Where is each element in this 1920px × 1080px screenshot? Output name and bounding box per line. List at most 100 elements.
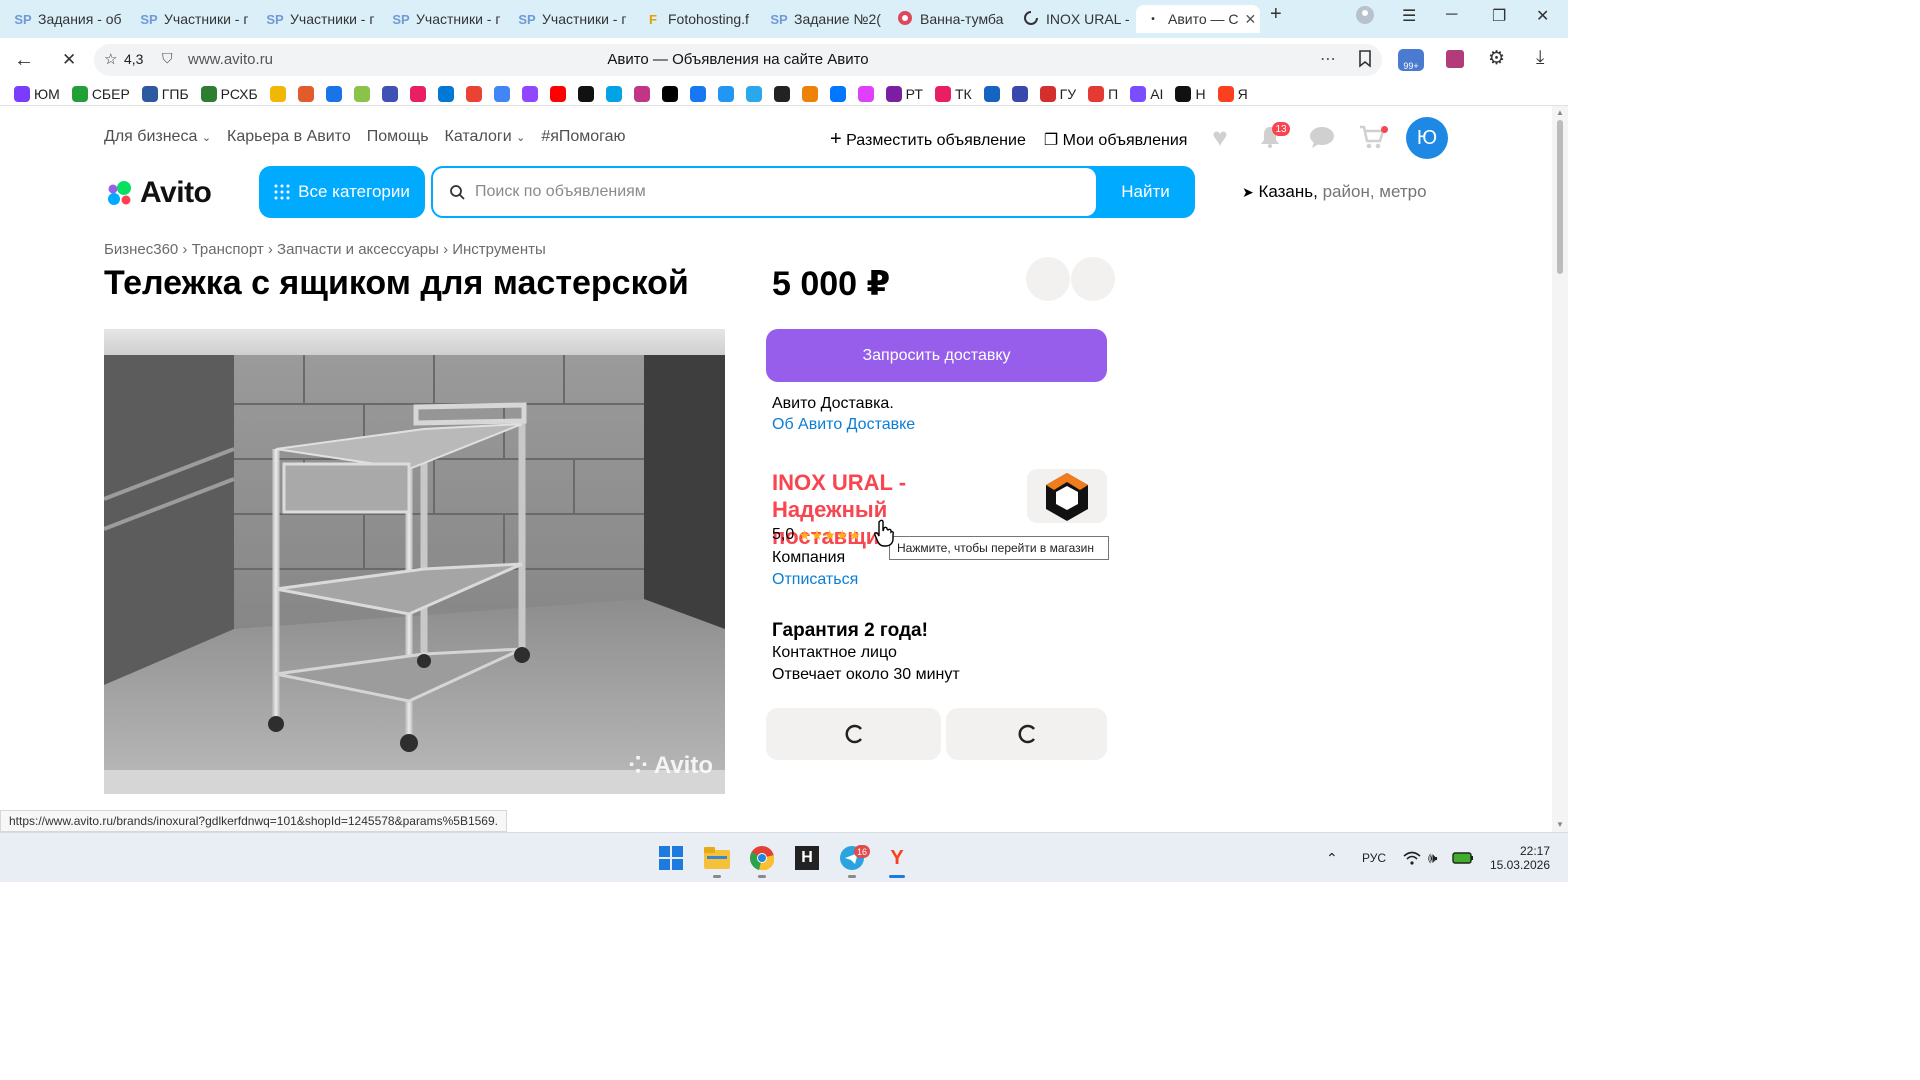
user-avatar[interactable]: Ю xyxy=(1406,117,1448,159)
bookmark-item[interactable] xyxy=(465,85,482,102)
bookmark-item[interactable] xyxy=(801,85,818,102)
bookmark-item[interactable] xyxy=(353,85,370,102)
bookmark-item[interactable]: РТ xyxy=(885,85,923,102)
bookmark-item[interactable] xyxy=(437,85,454,102)
browser-tab-active[interactable]: • Авито — С ✕ xyxy=(1136,5,1260,33)
browser-tab[interactable]: SP Участники - г xyxy=(510,5,634,33)
address-field[interactable]: ☆ 4,3 ⛉ www.avito.ru Авито — Объявления … xyxy=(94,44,1382,76)
listing-photo[interactable]: ⁘ Avito xyxy=(104,329,725,794)
clock[interactable]: 22:17 15.03.2026 xyxy=(1490,833,1550,883)
browser-tab[interactable]: F Fotohosting.f xyxy=(636,5,760,33)
close-window-icon[interactable]: ✕ xyxy=(1536,6,1549,26)
bookmark-item[interactable] xyxy=(689,85,706,102)
seller-logo[interactable] xyxy=(1027,469,1107,523)
image-extension-icon[interactable] xyxy=(1446,50,1464,68)
bookmark-item[interactable]: ГУ xyxy=(1039,85,1076,102)
bookmark-item[interactable]: Я xyxy=(1217,85,1248,102)
browser-tab[interactable]: SP Участники - г xyxy=(258,5,382,33)
minimize-icon[interactable]: ─ xyxy=(1446,6,1457,24)
bookmark-item[interactable] xyxy=(549,85,566,102)
menu-icon[interactable]: ☰ xyxy=(1402,6,1416,26)
language-indicator[interactable]: РУС xyxy=(1362,833,1386,883)
browser-tab[interactable]: SP Задания - об xyxy=(6,5,130,33)
request-delivery-button[interactable]: Запросить доставку xyxy=(766,329,1107,382)
shield-icon[interactable]: ⛉ xyxy=(162,50,173,67)
favorites-heart-icon[interactable]: ♥ xyxy=(1203,120,1237,154)
tray-chevron-icon[interactable]: ⌃ xyxy=(1326,833,1338,883)
bookmark-item[interactable]: Н xyxy=(1175,85,1206,102)
battery-icon[interactable] xyxy=(1452,833,1474,883)
yandex-browser-icon[interactable]: Y xyxy=(881,842,913,874)
browser-tab[interactable]: INOX URAL - xyxy=(1014,5,1138,33)
nav-career[interactable]: Карьера в Авито xyxy=(227,128,351,146)
windows-start-icon[interactable] xyxy=(655,842,687,874)
bookmark-item[interactable]: СБЕР xyxy=(71,85,130,102)
unsubscribe-link[interactable]: Отписаться xyxy=(772,571,858,589)
close-tab-icon[interactable]: ✕ xyxy=(1245,11,1257,28)
bookmark-item[interactable] xyxy=(409,85,426,102)
bookmark-item[interactable] xyxy=(325,85,342,102)
extension-badge-icon[interactable]: 99+ xyxy=(1398,49,1424,71)
breadcrumb[interactable]: Бизнес360 › Транспорт › Запчасти и аксес… xyxy=(104,241,546,258)
file-explorer-icon[interactable] xyxy=(701,842,733,874)
new-tab-icon[interactable]: + xyxy=(1270,3,1282,26)
bookmark-item[interactable] xyxy=(857,85,874,102)
bookmark-item[interactable]: РСХБ xyxy=(200,85,258,102)
browser-tab[interactable]: Ванна-тумба xyxy=(888,5,1012,33)
bookmark-item[interactable] xyxy=(661,85,678,102)
bookmark-item[interactable] xyxy=(633,85,650,102)
bookmark-item[interactable] xyxy=(717,85,734,102)
nav-for-business[interactable]: Для бизнеса ⌄ xyxy=(104,128,211,146)
bookmark-item[interactable] xyxy=(829,85,846,102)
bookmark-item[interactable] xyxy=(493,85,510,102)
bookmark-item[interactable] xyxy=(983,85,1000,102)
stop-icon[interactable]: ✕ xyxy=(62,50,76,70)
bookmark-item[interactable] xyxy=(773,85,790,102)
bookmark-item[interactable] xyxy=(605,85,622,102)
search-button[interactable]: Найти xyxy=(1096,166,1195,218)
scroll-up-icon[interactable]: ▲ xyxy=(1556,108,1564,117)
download-icon[interactable]: ⤓ xyxy=(1536,47,1544,69)
bookmark-item[interactable] xyxy=(577,85,594,102)
bookmark-item[interactable]: ГПБ xyxy=(141,85,189,102)
about-delivery-link[interactable]: Об Авито Доставке xyxy=(772,416,915,434)
nav-ya-pomogayu[interactable]: #яПомогаю xyxy=(541,128,625,146)
show-phone-button[interactable] xyxy=(766,708,941,760)
seller-rating[interactable]: 5,0 ★★★★★ xyxy=(772,526,861,544)
nav-help[interactable]: Помощь xyxy=(367,128,429,146)
share-round-button[interactable] xyxy=(1071,257,1115,301)
url-text[interactable]: www.avito.ru xyxy=(188,51,273,68)
my-ads-link[interactable]: ❐ Мои объявления xyxy=(1044,130,1188,150)
bookmark-item[interactable] xyxy=(269,85,286,102)
avito-logo[interactable]: Avito xyxy=(104,176,212,210)
search-input[interactable] xyxy=(475,183,1075,201)
all-categories-button[interactable]: Все категории xyxy=(259,166,425,218)
restore-icon[interactable]: ❐ xyxy=(1492,6,1506,26)
back-icon[interactable]: ← xyxy=(14,49,34,72)
more-icon[interactable]: ⋯ xyxy=(1320,49,1336,69)
app-h-icon[interactable]: H xyxy=(791,842,823,874)
favorite-round-button[interactable] xyxy=(1026,257,1070,301)
write-message-button[interactable] xyxy=(946,708,1107,760)
browser-tab[interactable]: SP Задание №2( xyxy=(762,5,886,33)
nav-catalogs[interactable]: Каталоги ⌄ xyxy=(445,128,526,146)
wifi-icon[interactable] xyxy=(1403,833,1421,883)
messages-icon[interactable] xyxy=(1305,120,1339,154)
bookmark-item[interactable] xyxy=(1011,85,1028,102)
extensions-icon[interactable]: ⚙ xyxy=(1488,47,1505,70)
bookmark-item[interactable]: П xyxy=(1088,85,1118,102)
bookmark-item[interactable]: AI xyxy=(1130,85,1163,102)
browser-tab[interactable]: SP Участники - г xyxy=(384,5,508,33)
bookmark-item[interactable]: ТК xyxy=(934,85,972,102)
page-scrollbar[interactable]: ▲ ▼ xyxy=(1552,106,1568,832)
scroll-down-icon[interactable]: ▼ xyxy=(1556,820,1564,829)
bookmark-icon[interactable] xyxy=(1358,50,1372,73)
browser-tab[interactable]: SP Участники - г xyxy=(132,5,256,33)
bookmark-item[interactable] xyxy=(297,85,314,102)
volume-icon[interactable]: 🕪 xyxy=(1428,833,1437,883)
bookmark-item[interactable]: ЮМ xyxy=(14,85,60,102)
scroll-thumb[interactable] xyxy=(1557,120,1563,274)
bookmark-item[interactable] xyxy=(381,85,398,102)
location-selector[interactable]: ➤ Казань, район, метро xyxy=(1242,182,1427,202)
profile-icon[interactable] xyxy=(1356,6,1374,29)
